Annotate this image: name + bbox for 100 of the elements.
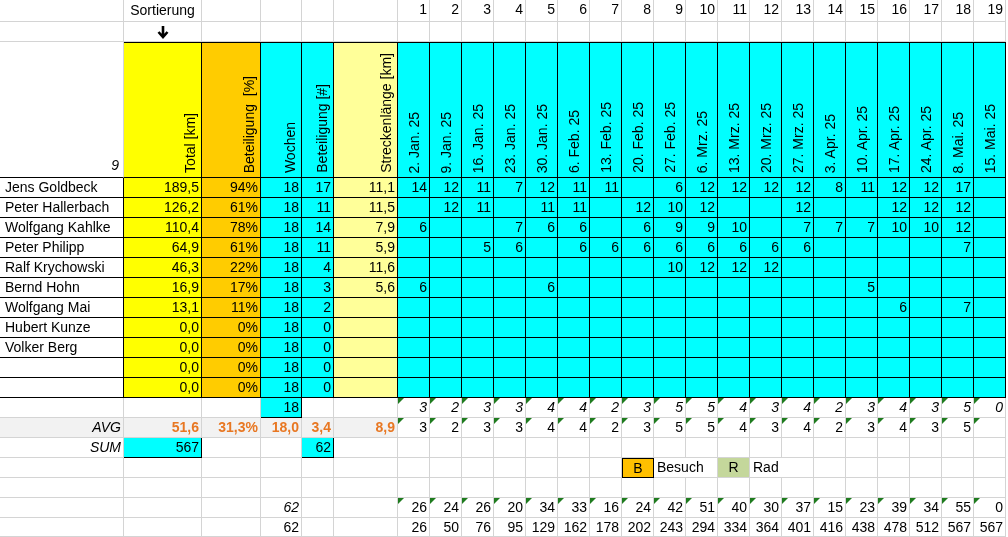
table-cell [910,378,942,398]
table-cell: 12 [942,198,974,218]
table-cell: 12 [910,178,942,198]
table-cell: 12 [750,258,782,278]
table-cell: 42 [654,498,686,518]
table-cell: 12 [686,258,718,278]
table-cell: 9 [654,218,686,238]
table-cell [202,478,261,498]
table-cell [718,318,750,338]
table-cell: 334 [718,518,750,537]
table-cell: 0 [302,358,334,378]
table-cell: 12 [878,198,910,218]
table-cell [430,218,462,238]
table-cell: 8,9 [334,418,398,438]
table-cell [494,458,526,478]
table-cell [398,198,430,218]
table-cell [686,338,718,358]
table-cell [974,298,1006,318]
table-cell: 11% [202,298,261,318]
table-cell: 5 [654,418,686,438]
table-cell: 13,1 [124,298,202,318]
table-cell: 12 [718,258,750,278]
week-number: 13 [782,0,814,22]
table-cell [782,478,814,498]
table-cell [654,378,686,398]
table-cell [302,498,334,518]
table-cell [590,298,622,318]
table-cell [462,298,494,318]
table-cell [686,278,718,298]
table-cell [398,378,430,398]
table-cell: 3 [910,418,942,438]
table-cell: 3,4 [302,418,334,438]
table-cell [202,458,261,478]
table-cell: 7 [846,218,878,238]
table-cell: 0 [302,338,334,358]
table-cell [526,298,558,318]
table-cell: 12 [910,198,942,218]
table-cell: 2 [430,418,462,438]
table-cell: 26 [398,518,430,537]
table-cell [814,238,846,258]
table-cell [974,278,1006,298]
table-cell: 2 [814,398,846,418]
table-cell [782,358,814,378]
table-cell [334,478,398,498]
table-cell: 6 [878,298,910,318]
table-cell: 62 [261,498,302,518]
table-cell: 6 [558,218,590,238]
table-cell [430,298,462,318]
week-number: 7 [590,0,622,22]
table-cell [878,278,910,298]
table-cell [846,358,878,378]
table-cell [622,358,654,378]
table-cell: 3 [302,278,334,298]
table-cell [686,438,718,458]
table-cell: 95 [494,518,526,537]
table-cell [878,258,910,278]
table-cell [910,338,942,358]
table-cell [622,178,654,198]
table-cell [622,478,654,498]
table-cell [494,278,526,298]
table-cell [430,438,462,458]
table-cell: 12 [750,178,782,198]
table-cell: 12 [942,218,974,238]
column-header: Streckenlänge [km] [334,42,398,178]
date-header: 27. Mrz. 25 [782,42,814,178]
date-header: 17. Apr. 25 [878,42,910,178]
table-cell [526,318,558,338]
table-cell [462,438,494,458]
table-cell [750,218,782,238]
table-cell: 6 [718,238,750,258]
table-cell: 129 [526,518,558,537]
table-cell [974,478,1006,498]
table-cell [974,458,1006,478]
table-cell [974,378,1006,398]
table-cell: 178 [590,518,622,537]
table-cell [590,318,622,338]
table-cell: 294 [686,518,718,537]
table-cell [494,358,526,378]
table-cell [526,378,558,398]
table-cell [622,318,654,338]
table-cell: 10 [718,218,750,238]
table-cell: 3 [910,398,942,418]
table-cell [622,258,654,278]
table-cell [878,238,910,258]
table-cell [814,278,846,298]
table-cell [974,178,1006,198]
table-cell [686,478,718,498]
table-cell [590,338,622,358]
table-cell [942,458,974,478]
table-cell: 0,0 [124,358,202,378]
table-cell: 22% [202,258,261,278]
week-number: 14 [814,0,846,22]
table-cell [558,278,590,298]
table-cell: 12 [718,178,750,198]
table-cell: 24 [430,498,462,518]
table-cell: 10 [878,218,910,238]
table-cell [910,318,942,338]
table-cell: 0 [302,378,334,398]
table-cell [910,298,942,318]
table-cell: 6 [398,278,430,298]
